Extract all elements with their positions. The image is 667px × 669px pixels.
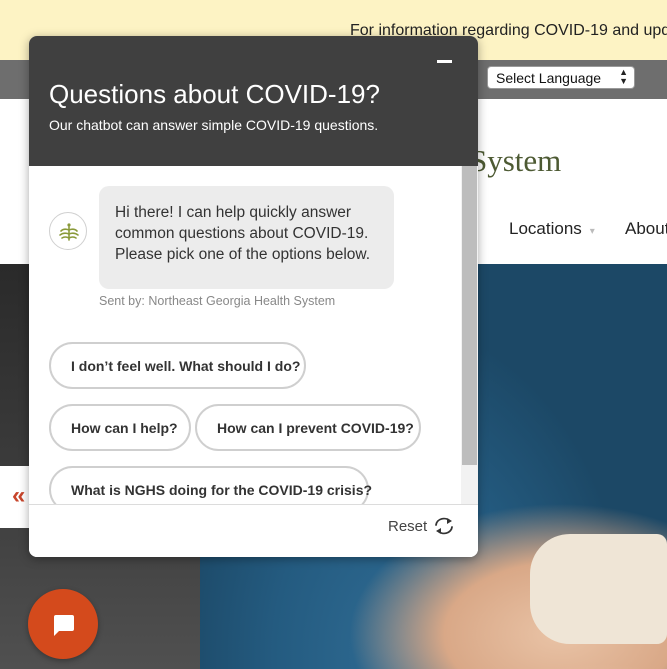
slider-prev-icon: « <box>12 482 26 509</box>
message-sender: Sent by: Northeast Georgia Health System <box>99 294 336 308</box>
reset-button-label[interactable]: Reset <box>388 518 427 535</box>
site-logo-text[interactable]: System <box>470 143 561 179</box>
chat-bubble-icon <box>54 615 74 636</box>
bot-message-bubble: Hi there! I can help quickly answer comm… <box>99 186 394 289</box>
chatbot-title: Questions about COVID-19? <box>49 79 380 109</box>
chat-launcher-button[interactable] <box>28 589 98 659</box>
chat-scrollbar-thumb[interactable] <box>462 166 477 465</box>
refresh-icon[interactable] <box>433 516 455 536</box>
language-select[interactable]: Select Language ▲ ▼ <box>487 66 635 89</box>
nav-item-label: Locations <box>509 219 582 238</box>
language-select-label: Select Language <box>496 70 602 86</box>
slider-prev-button[interactable]: « <box>0 466 30 528</box>
option-prevent-covid-button[interactable]: How can I prevent COVID-19? <box>195 404 421 451</box>
option-how-can-i-help-button[interactable]: How can I help? <box>49 404 191 451</box>
nav-item-about[interactable]: About <box>625 219 667 239</box>
option-nghs-response-button[interactable]: What is NGHS doing for the COVID-19 cris… <box>49 466 372 504</box>
bot-avatar <box>49 212 87 250</box>
chatbot-widget: Questions about COVID-19? Our chatbot ca… <box>29 36 478 557</box>
nav-item-locations[interactable]: Locations ▾ <box>509 219 595 239</box>
chatbot-header: Questions about COVID-19? Our chatbot ca… <box>29 36 478 166</box>
chatbot-subtitle: Our chatbot can answer simple COVID-19 q… <box>49 117 379 133</box>
chevron-down-icon: ▾ <box>589 226 595 237</box>
leaf-logo-icon <box>59 223 79 241</box>
hero-bandage <box>530 534 667 644</box>
minimize-icon[interactable] <box>437 60 452 63</box>
option-feel-unwell-button[interactable]: I don’t feel well. What should I do? <box>49 342 306 389</box>
nav-item-label: About <box>625 219 667 238</box>
select-arrows-icon: ▲ ▼ <box>619 67 628 86</box>
chatbot-messages[interactable]: Hi there! I can help quickly answer comm… <box>29 166 478 504</box>
chatbot-footer: Reset <box>29 504 478 557</box>
